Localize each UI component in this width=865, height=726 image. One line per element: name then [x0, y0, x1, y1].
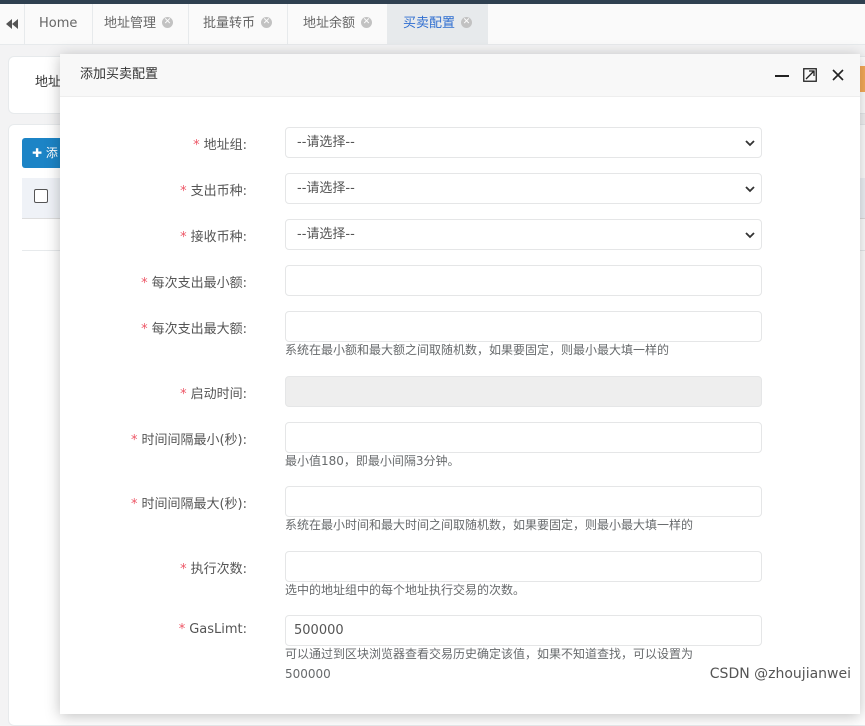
add-button-label: 添 [45, 146, 58, 160]
start-time-input[interactable] [285, 376, 762, 407]
address-group-selected: --请选择-- [297, 135, 355, 150]
maximize-icon[interactable] [802, 67, 818, 83]
gas-limit-label: * GasLimt: [178, 622, 247, 637]
receive-currency-select[interactable]: --请选择-- [285, 219, 762, 250]
tab-home[interactable]: Home [24, 4, 94, 44]
interval-max-label: * 时间间隔最大(秒): [130, 497, 247, 512]
chevron-down-icon [745, 140, 755, 147]
add-trade-config-dialog: 添加买卖配置 * 地址组: --请选择-- * 支出币种: --请选择-- * … [60, 54, 860, 714]
chevron-down-icon [745, 186, 755, 193]
interval-max-help: 系统在最小时间和最大时间之间取随机数，如果要固定，则最小最大填一样的 [285, 518, 694, 532]
interval-min-help: 最小值180，即最小间隔3分钟。 [285, 454, 460, 468]
receive-currency-label: * 接收币种: [180, 230, 247, 245]
tab-address-balance[interactable]: 地址余额 ✕ [288, 4, 389, 44]
address-group-label: * 地址组: [193, 138, 247, 153]
tab-bar: Home 地址管理 ✕ 批量转币 ✕ 地址余额 ✕ 买卖配置 ✕ [0, 4, 865, 45]
watermark: CSDN @zhoujianwei [709, 666, 851, 682]
dialog-header: 添加买卖配置 [60, 54, 860, 97]
close-icon[interactable]: ✕ [261, 17, 273, 28]
close-icon[interactable]: ✕ [461, 17, 473, 28]
pay-currency-select[interactable]: --请选择-- [285, 173, 762, 204]
exec-count-input[interactable] [285, 551, 762, 582]
start-time-label: * 启动时间: [180, 387, 247, 402]
chevron-down-icon [745, 232, 755, 239]
dialog-controls [774, 54, 846, 96]
filter-label: 地址 [35, 75, 62, 90]
exec-count-label: * 执行次数: [180, 562, 247, 577]
close-icon[interactable]: ✕ [162, 17, 174, 28]
exec-count-help: 选中的地址组中的每个地址执行交易的次数。 [285, 583, 526, 597]
receive-currency-selected: --请选择-- [297, 227, 355, 242]
max-amount-help: 系统在最小额和最大额之间取随机数，如果要固定，则最小最大填一样的 [285, 343, 670, 357]
min-amount-label: * 每次支出最小额: [141, 276, 247, 291]
gas-limit-input[interactable] [285, 615, 762, 646]
tab-batch-transfer[interactable]: 批量转币 ✕ [188, 4, 289, 44]
interval-min-input[interactable] [285, 422, 762, 453]
max-amount-input[interactable] [285, 311, 762, 342]
double-chevron-left-icon [6, 19, 18, 29]
pay-currency-label: * 支出币种: [180, 184, 247, 199]
close-icon[interactable] [830, 67, 846, 83]
gas-limit-help: 可以通过到区块浏览器查看交易历史确定该值，如果不知道查找，可以设置为500000 [285, 647, 694, 681]
interval-min-label: * 时间间隔最小(秒): [130, 433, 247, 448]
close-icon[interactable]: ✕ [361, 17, 373, 28]
select-all-checkbox[interactable] [34, 189, 48, 203]
minimize-icon[interactable] [774, 67, 790, 83]
tab-scroll-left-button[interactable] [0, 4, 25, 44]
tab-label: Home [39, 16, 78, 31]
tab-trade-config[interactable]: 买卖配置 ✕ [388, 4, 489, 44]
tab-label: 批量转币 [203, 16, 256, 31]
address-group-select[interactable]: --请选择-- [285, 127, 762, 158]
pay-currency-selected: --请选择-- [297, 181, 355, 196]
tab-address-management[interactable]: 地址管理 ✕ [89, 4, 190, 44]
min-amount-input[interactable] [285, 265, 762, 296]
interval-max-input[interactable] [285, 486, 762, 517]
tab-label: 地址管理 [104, 16, 157, 31]
max-amount-label: * 每次支出最大额: [141, 322, 247, 337]
tab-label: 买卖配置 [403, 16, 456, 31]
tab-label: 地址余额 [303, 16, 356, 31]
dialog-title: 添加买卖配置 [80, 67, 159, 82]
